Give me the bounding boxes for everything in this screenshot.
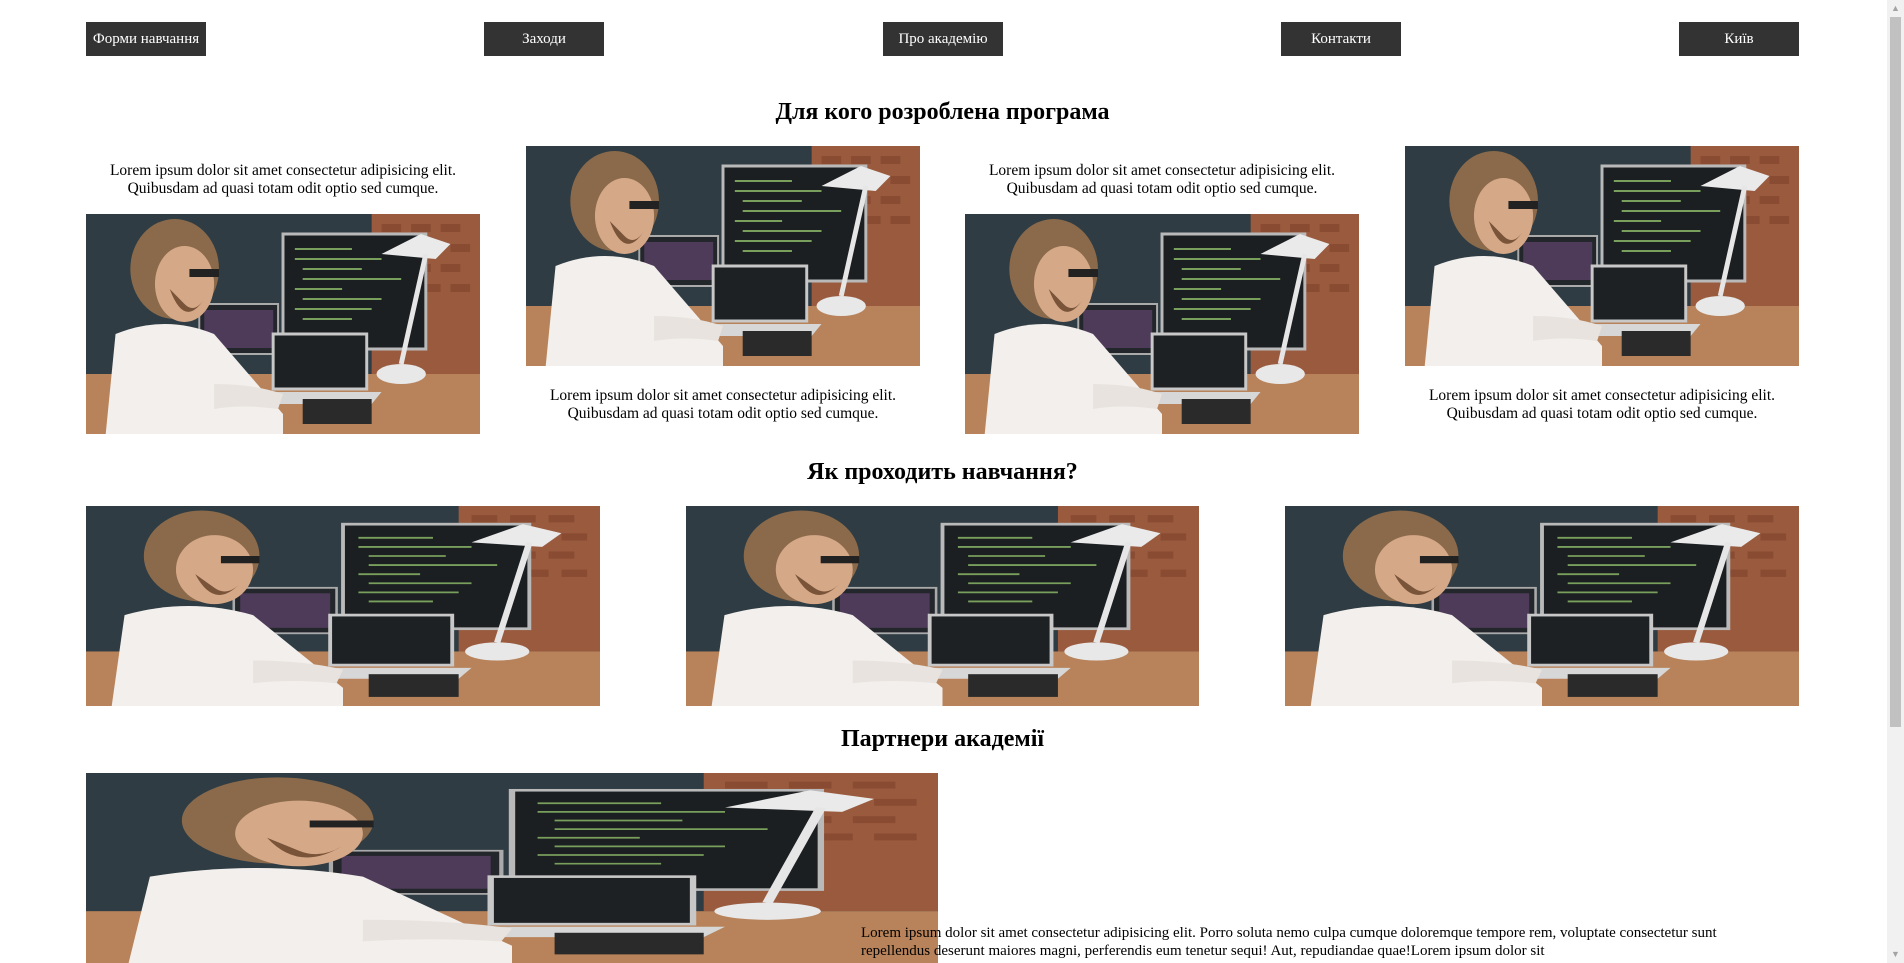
developer-photo	[526, 146, 920, 366]
developer-photo	[686, 506, 1199, 706]
card-caption: Lorem ipsum dolor sit amet consectetur a…	[549, 387, 897, 422]
page: Форми навчання Заходи Про академію Конта…	[0, 0, 1904, 963]
partner-photo	[86, 773, 938, 963]
nav-item-events[interactable]: Заходи	[484, 22, 604, 56]
section-partners-title: Партнери академії	[840, 726, 1045, 752]
card-caption: Lorem ipsum dolor sit amet consectetur a…	[1428, 387, 1776, 422]
nav-item-study-forms[interactable]: Форми навчання	[86, 22, 206, 56]
section-learning-title: Як проходить навчання?	[807, 459, 1078, 485]
scroll-up-arrow-icon[interactable]: ▲	[1887, 0, 1904, 17]
nav-item-contacts[interactable]: Контакти	[1281, 22, 1401, 56]
developer-photo	[965, 214, 1359, 434]
scrollbar-thumb[interactable]	[1890, 17, 1901, 727]
developer-photo	[86, 214, 480, 434]
section-audience-title: Для кого розроблена програма	[775, 99, 1110, 125]
nav-item-city[interactable]: Київ	[1679, 22, 1799, 56]
developer-photo	[1285, 506, 1799, 706]
partners-text: Lorem ipsum dolor sit amet consectetur a…	[861, 925, 1717, 959]
card-caption: Lorem ipsum dolor sit amet consectetur a…	[109, 162, 457, 197]
scroll-down-arrow-icon[interactable]: ▼	[1887, 946, 1904, 963]
page-scrollbar[interactable]: ▲ ▼	[1887, 0, 1904, 963]
card-caption: Lorem ipsum dolor sit amet consectetur a…	[988, 162, 1336, 197]
developer-photo	[1405, 146, 1799, 366]
nav-item-about[interactable]: Про академію	[883, 22, 1003, 56]
developer-photo	[86, 506, 600, 706]
top-nav: Форми навчання Заходи Про академію Конта…	[86, 22, 1799, 56]
